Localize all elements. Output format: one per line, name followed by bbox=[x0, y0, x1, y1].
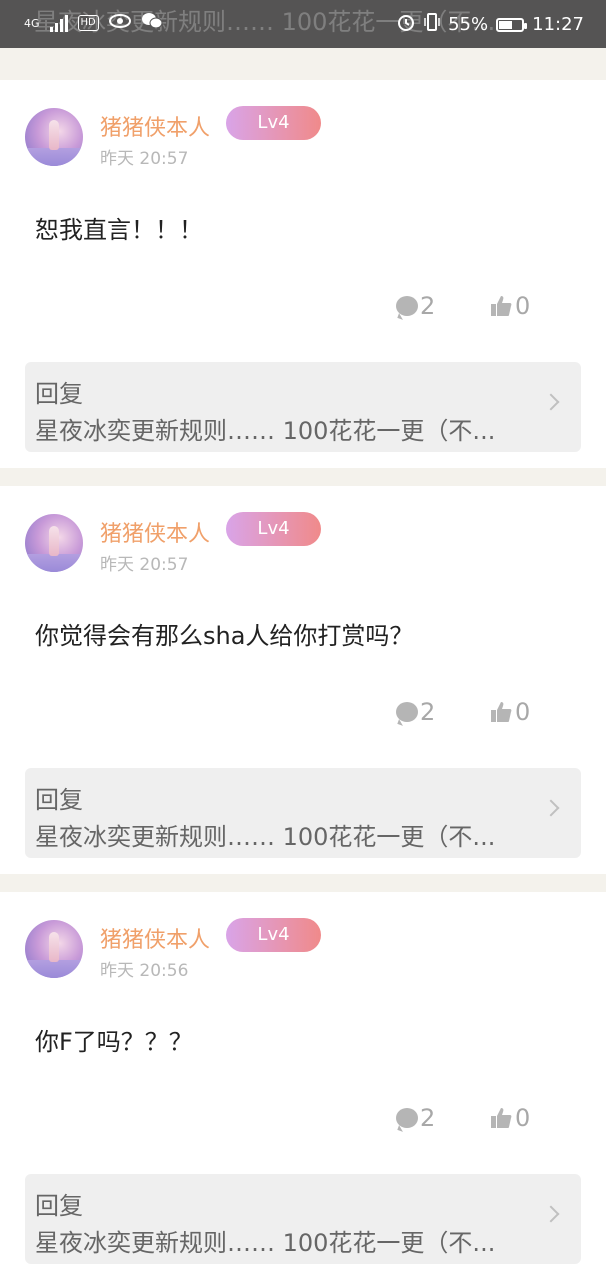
comment-time: 昨天 20:57 bbox=[100, 149, 189, 169]
reply-count: 2 bbox=[420, 1104, 436, 1132]
comment-stats: 2 0 bbox=[0, 292, 606, 328]
reply-post-title: 星夜冰奕更新规则…… 100花花一更（不... bbox=[35, 823, 496, 851]
thumbs-up-icon bbox=[491, 702, 512, 722]
reply-post-title: 星夜冰奕更新规则…… 100花花一更（不... bbox=[35, 1229, 496, 1257]
username[interactable]: 猪猪侠本人 bbox=[100, 110, 210, 142]
thumbs-up-icon bbox=[491, 296, 512, 316]
like-count: 0 bbox=[515, 292, 531, 320]
avatar[interactable] bbox=[25, 108, 83, 166]
hd-badge: HD bbox=[77, 15, 99, 31]
level-badge: Lv4 bbox=[226, 106, 321, 140]
comment-card[interactable]: 猪猪侠本人 Lv4 昨天 20:56 你F了吗？？？ 2 0 回复 星夜冰奕更新… bbox=[0, 892, 606, 1280]
reply-count-button[interactable]: 2 bbox=[396, 1104, 435, 1132]
comment-time: 昨天 20:57 bbox=[100, 555, 189, 575]
network-type: 4G bbox=[24, 16, 40, 30]
vibrate-icon bbox=[424, 12, 440, 37]
battery-percent: 55% bbox=[448, 14, 489, 35]
avatar[interactable] bbox=[25, 514, 83, 572]
comment-bubble-icon bbox=[396, 296, 418, 316]
chevron-right-icon bbox=[542, 393, 560, 411]
reply-context[interactable]: 回复 星夜冰奕更新规则…… 100花花一更（不... bbox=[25, 1174, 581, 1264]
reply-context[interactable]: 回复 星夜冰奕更新规则…… 100花花一更（不... bbox=[25, 768, 581, 858]
battery-icon bbox=[496, 17, 528, 32]
comment-text: 你F了吗？？？ bbox=[35, 1028, 193, 1056]
reply-label: 回复 bbox=[35, 380, 83, 408]
reply-context[interactable]: 回复 星夜冰奕更新规则…… 100花花一更（不... bbox=[25, 362, 581, 452]
chevron-right-icon bbox=[542, 799, 560, 817]
comment-text: 你觉得会有那么sha人给你打赏吗？ bbox=[35, 622, 414, 650]
signal-icon bbox=[49, 14, 68, 32]
reply-count: 2 bbox=[420, 698, 436, 726]
like-button[interactable]: 0 bbox=[489, 698, 530, 726]
status-bar: 星夜冰奕更新规则…… 100花花一更（不… 4G HD 55% 11:27 bbox=[0, 0, 606, 48]
comment-card[interactable]: 猪猪侠本人 Lv4 昨天 20:57 恕我直言！！！ 2 0 回复 星夜冰奕更新… bbox=[0, 80, 606, 468]
status-left: 4G HD bbox=[24, 12, 163, 34]
avatar[interactable] bbox=[25, 920, 83, 978]
reply-label: 回复 bbox=[35, 1192, 83, 1220]
comment-time: 昨天 20:56 bbox=[100, 961, 189, 981]
level-badge: Lv4 bbox=[226, 918, 321, 952]
reply-count-button[interactable]: 2 bbox=[396, 292, 435, 320]
comment-card[interactable]: 猪猪侠本人 Lv4 昨天 20:57 你觉得会有那么sha人给你打赏吗？ 2 0… bbox=[0, 486, 606, 874]
clock: 11:27 bbox=[532, 14, 584, 35]
username[interactable]: 猪猪侠本人 bbox=[100, 922, 210, 954]
username[interactable]: 猪猪侠本人 bbox=[100, 516, 210, 548]
status-right: 55% 11:27 bbox=[396, 12, 584, 37]
like-count: 0 bbox=[515, 698, 531, 726]
comment-stats: 2 0 bbox=[0, 698, 606, 734]
reply-label: 回复 bbox=[35, 786, 83, 814]
comment-bubble-icon bbox=[396, 1108, 418, 1128]
reply-post-title: 星夜冰奕更新规则…… 100花花一更（不... bbox=[35, 417, 496, 445]
comment-text: 恕我直言！！！ bbox=[35, 216, 203, 244]
thumbs-up-icon bbox=[491, 1108, 512, 1128]
like-count: 0 bbox=[515, 1104, 531, 1132]
comment-list-screen: 星夜冰奕更新规则…… 100花花一更（不… 4G HD 55% 11:27 猪猪… bbox=[0, 0, 606, 1280]
chevron-right-icon bbox=[542, 1205, 560, 1223]
like-button[interactable]: 0 bbox=[489, 292, 530, 320]
alarm-icon bbox=[396, 12, 416, 37]
like-button[interactable]: 0 bbox=[489, 1104, 530, 1132]
reply-count: 2 bbox=[420, 292, 436, 320]
eye-icon bbox=[108, 13, 131, 33]
level-badge: Lv4 bbox=[226, 512, 321, 546]
reply-count-button[interactable]: 2 bbox=[396, 698, 435, 726]
comment-bubble-icon bbox=[396, 702, 418, 722]
comment-stats: 2 0 bbox=[0, 1104, 606, 1140]
wechat-icon bbox=[141, 12, 163, 34]
